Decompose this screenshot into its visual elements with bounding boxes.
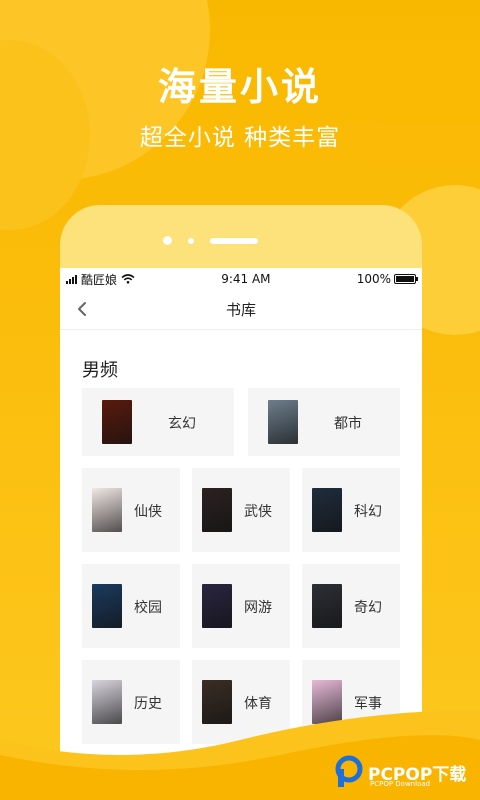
promo-subheadline: 超全小说 种类丰富 bbox=[139, 125, 341, 151]
promo-stage: 海量小说 超全小说 种类丰富 酷匠娘 9:41 AM 100% 书库 男频 玄幻… bbox=[0, 0, 480, 800]
category-label: 玄幻 bbox=[168, 416, 196, 432]
category-label: 都市 bbox=[334, 416, 362, 432]
book-cover-image bbox=[102, 400, 132, 444]
promo-headline: 海量小说 bbox=[157, 65, 322, 109]
carrier-name: 酷匠娘 bbox=[81, 272, 118, 287]
book-cover-image bbox=[202, 488, 232, 532]
category-card[interactable]: 玄幻 bbox=[82, 388, 234, 456]
category-label: 仙侠 bbox=[134, 504, 162, 520]
battery-icon bbox=[394, 274, 418, 284]
category-card[interactable]: 网游 bbox=[192, 564, 290, 648]
carousel-dot bbox=[163, 236, 172, 245]
status-time: 9:41 AM bbox=[221, 272, 271, 286]
wifi-icon bbox=[121, 274, 135, 284]
book-cover-image bbox=[312, 488, 342, 532]
status-bar: 酷匠娘 9:41 AM 100% bbox=[60, 268, 422, 290]
page-title: 书库 bbox=[225, 301, 256, 319]
carousel-dot-active bbox=[210, 237, 258, 244]
category-card[interactable]: 科幻 bbox=[302, 468, 400, 552]
carousel-dot bbox=[188, 237, 194, 244]
pcpop-logo-icon bbox=[335, 755, 363, 787]
category-card[interactable]: 校园 bbox=[82, 564, 180, 648]
book-cover-image bbox=[92, 584, 122, 628]
carousel-indicator bbox=[163, 236, 258, 245]
category-label: 奇幻 bbox=[354, 600, 382, 616]
category-card[interactable]: 武侠 bbox=[192, 468, 290, 552]
signal-icon bbox=[66, 274, 77, 284]
category-label: 校园 bbox=[134, 600, 162, 616]
category-label: 科幻 bbox=[354, 504, 382, 520]
nav-bar: 书库 bbox=[60, 290, 422, 330]
battery-percent: 100% bbox=[356, 272, 391, 286]
category-label: 武侠 bbox=[244, 504, 272, 520]
section-title: 男频 bbox=[82, 360, 118, 381]
book-cover-image bbox=[202, 584, 232, 628]
brand-subtitle: PCPOP Download bbox=[370, 780, 431, 788]
book-cover-image bbox=[268, 400, 298, 444]
category-card[interactable]: 都市 bbox=[248, 388, 400, 456]
book-cover-image bbox=[312, 584, 342, 628]
chevron-left-icon[interactable] bbox=[74, 300, 92, 318]
category-card[interactable]: 仙侠 bbox=[82, 468, 180, 552]
category-label: 网游 bbox=[244, 600, 272, 616]
book-cover-image bbox=[92, 488, 122, 532]
category-card[interactable]: 奇幻 bbox=[302, 564, 400, 648]
